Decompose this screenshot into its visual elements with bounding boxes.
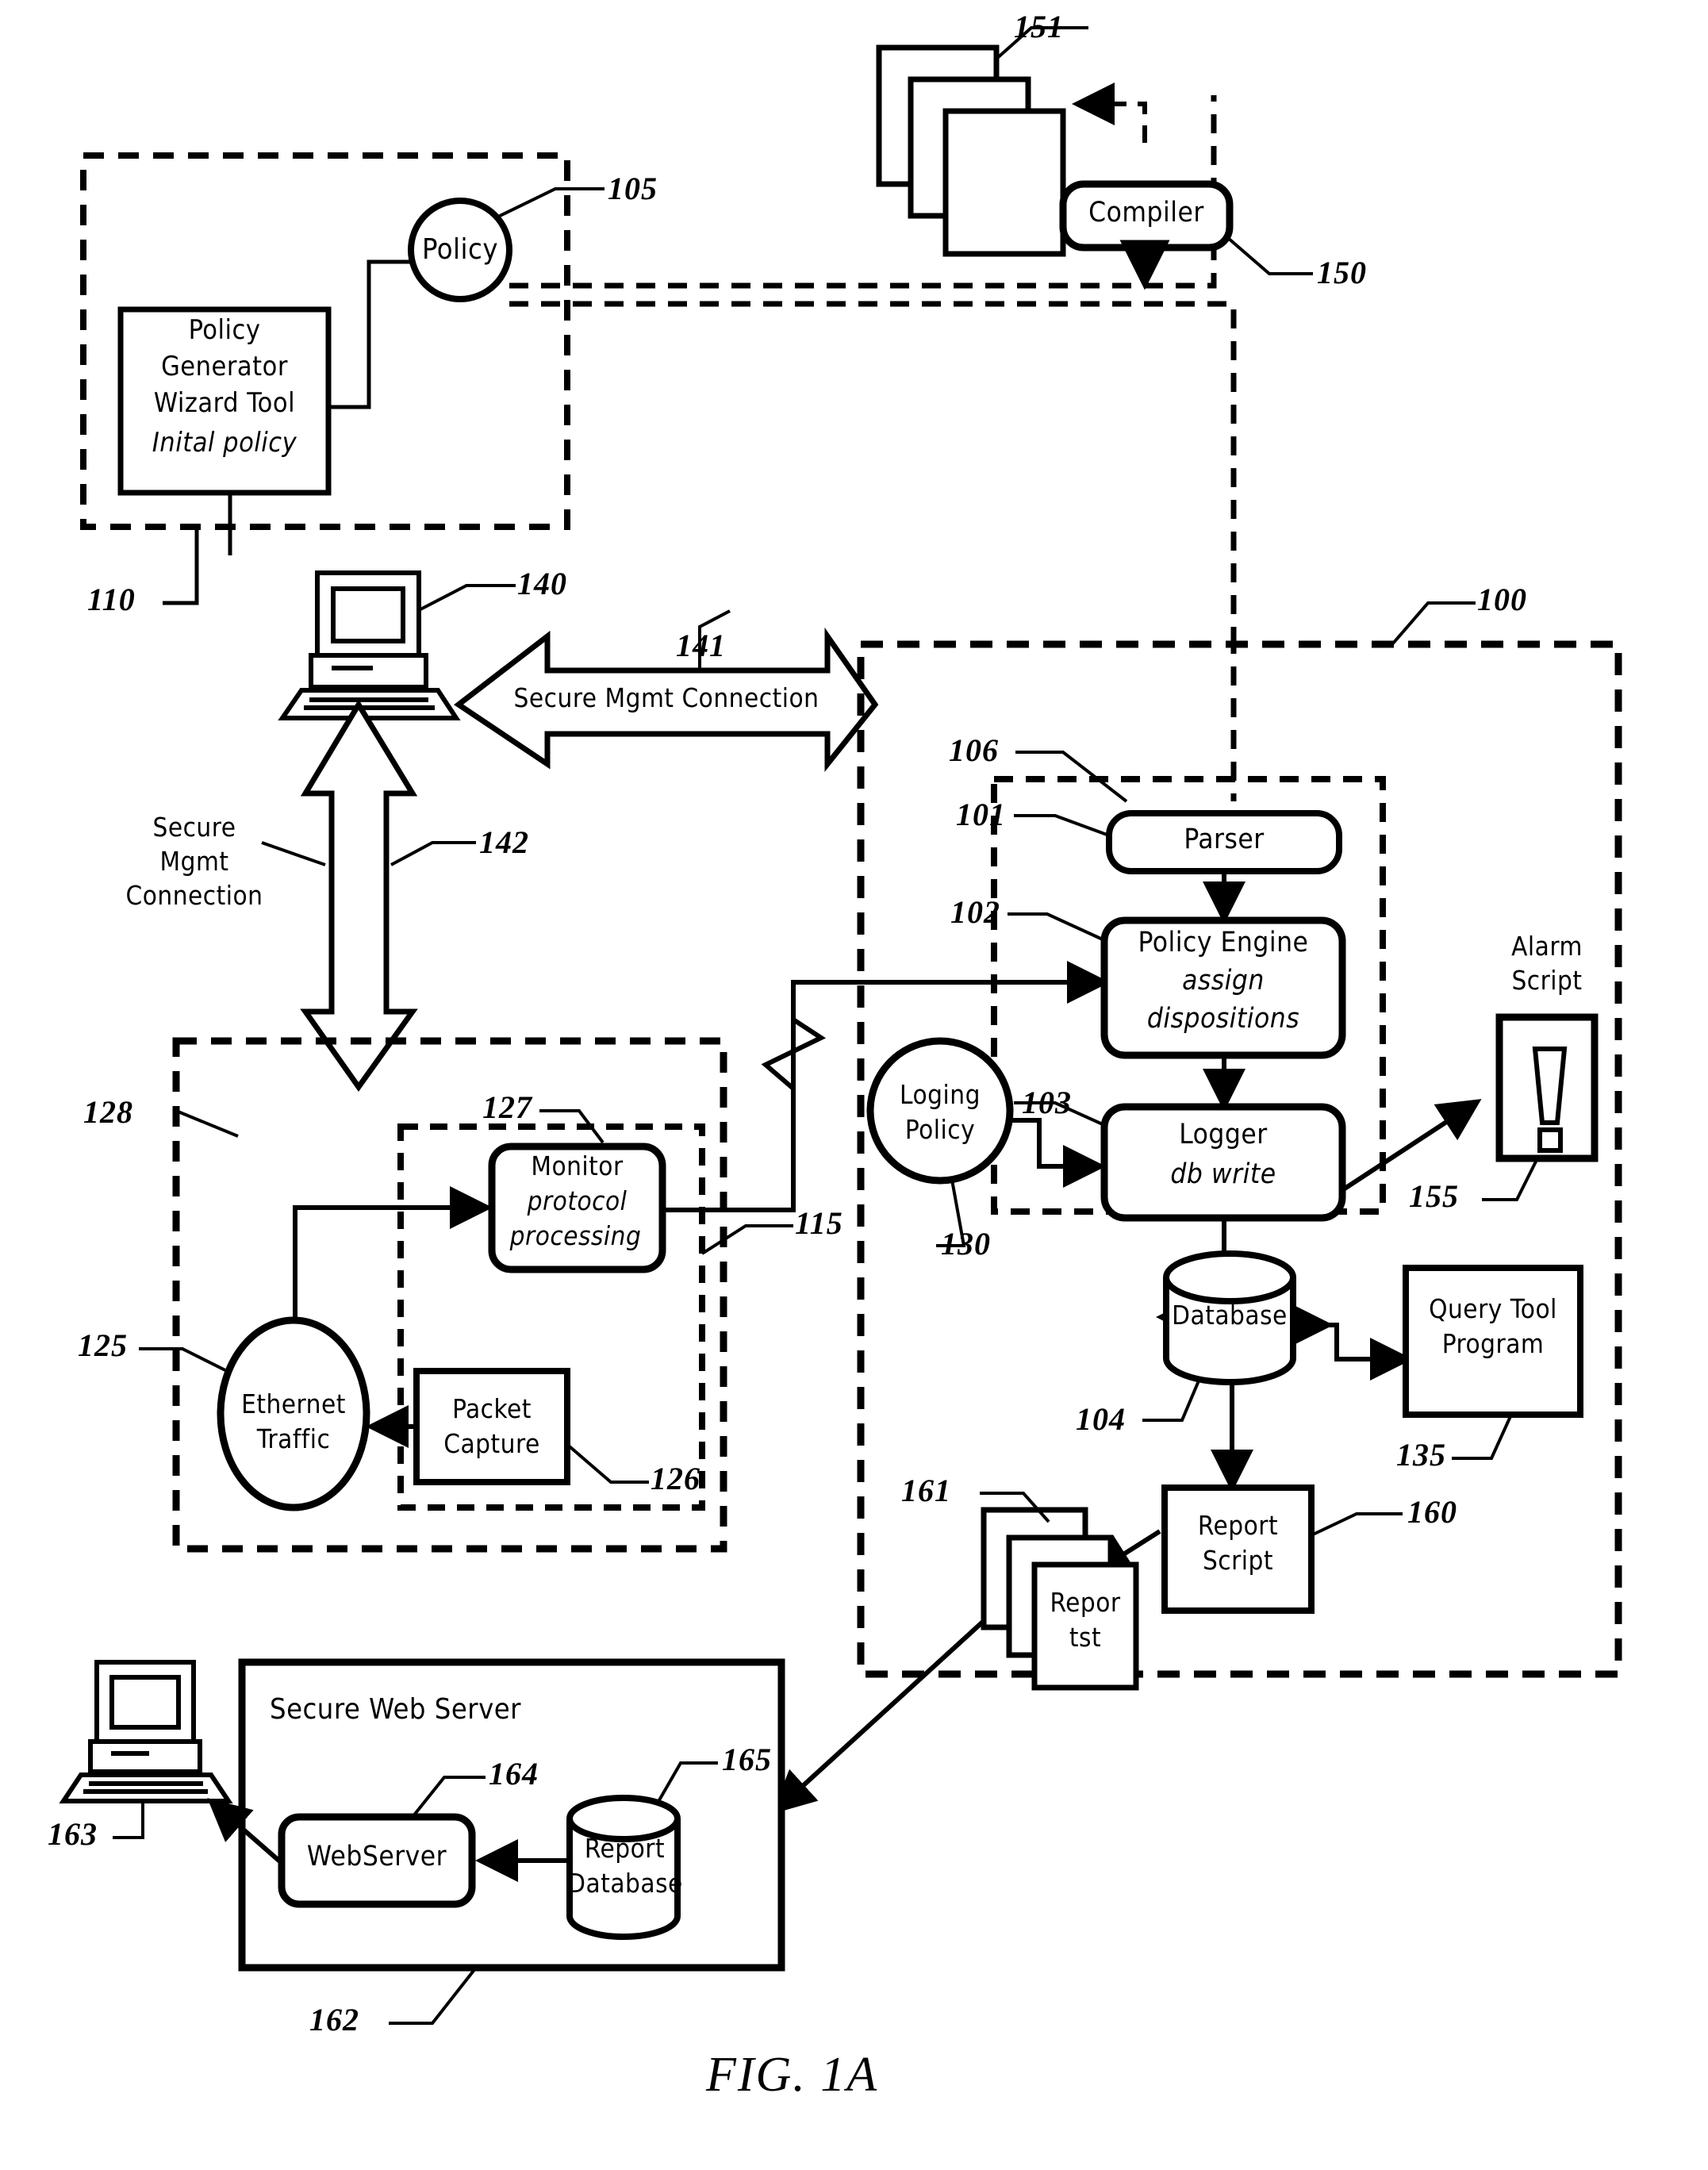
policy-engine-label-l2: assign bbox=[1182, 965, 1265, 997]
box-packet-capture bbox=[413, 1368, 570, 1485]
exclamation-mark-glyph bbox=[1532, 1047, 1568, 1125]
ref-115: 115 bbox=[795, 1205, 843, 1241]
ref-128: 128 bbox=[83, 1094, 133, 1130]
monitor-label-l3: processing bbox=[509, 1220, 642, 1251]
ref-103: 103 bbox=[1022, 1085, 1072, 1120]
logger-label-l1: Logger bbox=[1179, 1119, 1268, 1150]
policy-generator-label-l1: Policy bbox=[188, 314, 261, 346]
patent-figure-canvas: Policy Policy Generator Wizard Tool Init… bbox=[0, 0, 1708, 2170]
figure-caption: FIG. 1A bbox=[706, 2048, 879, 2102]
loging-policy-label-l1: Loging bbox=[900, 1079, 981, 1110]
ref-101: 101 bbox=[956, 797, 1006, 832]
ref-105: 105 bbox=[608, 171, 658, 206]
ref-141: 141 bbox=[676, 628, 726, 663]
report-database-label-l1: Report bbox=[584, 1833, 666, 1864]
query-tool-label-l2: Program bbox=[1441, 1328, 1545, 1359]
ref-135: 135 bbox=[1396, 1437, 1446, 1473]
ref-104: 104 bbox=[1076, 1401, 1126, 1437]
policy-engine-label-l1: Policy Engine bbox=[1138, 927, 1309, 958]
icon-workstation-140 bbox=[278, 570, 461, 720]
ref-125: 125 bbox=[78, 1327, 128, 1363]
ref-161: 161 bbox=[901, 1473, 951, 1508]
logger-label-l2: db write bbox=[1170, 1158, 1276, 1190]
policy-generator-label-l3: Wizard Tool bbox=[153, 387, 296, 419]
report-script-label-l1: Report bbox=[1197, 1510, 1279, 1541]
query-tool-label-l1: Query Tool bbox=[1429, 1293, 1557, 1324]
policy-engine-label-l3: dispositions bbox=[1146, 1003, 1300, 1035]
arrow-secure-mgmt-142 bbox=[300, 699, 418, 1093]
compiler-label: Compiler bbox=[1088, 197, 1204, 229]
ref-106: 106 bbox=[949, 732, 999, 768]
report-database-label-l2: Database bbox=[567, 1868, 683, 1899]
ref-102: 102 bbox=[950, 894, 1000, 930]
ref-142: 142 bbox=[479, 824, 529, 860]
ref-163: 163 bbox=[48, 1816, 98, 1852]
reports-stack-label-l1: Repor bbox=[1050, 1587, 1121, 1618]
alarm-script-label-l2: Script bbox=[1511, 965, 1583, 996]
report-script-label-l2: Script bbox=[1202, 1545, 1274, 1576]
parser-label: Parser bbox=[1184, 824, 1265, 855]
ref-140: 140 bbox=[517, 566, 567, 601]
database-label: Database bbox=[1172, 1300, 1288, 1331]
ref-160: 160 bbox=[1407, 1494, 1457, 1530]
secure-web-server-title: Secure Web Server bbox=[270, 1693, 521, 1726]
policy-generator-label-l2: Generator bbox=[161, 351, 288, 382]
secure-mgmt-connection-141-label: Secure Mgmt Connection bbox=[513, 682, 819, 713]
ref-126: 126 bbox=[651, 1461, 700, 1496]
ref-165: 165 bbox=[722, 1742, 772, 1777]
ethernet-traffic-label-l2: Traffic bbox=[256, 1423, 331, 1454]
ethernet-traffic-label-l1: Ethernet bbox=[241, 1388, 346, 1419]
ref-130: 130 bbox=[941, 1226, 991, 1262]
policy-generator-label-l4: Inital policy bbox=[152, 427, 297, 459]
secure-mgmt-connection-142-l3: Connection bbox=[125, 880, 263, 911]
secure-mgmt-connection-142-l1: Secure bbox=[152, 812, 236, 843]
reports-stack-label-l2: tst bbox=[1069, 1622, 1102, 1653]
ref-100: 100 bbox=[1477, 582, 1527, 617]
icon-workstation-163 bbox=[59, 1660, 233, 1803]
secure-mgmt-connection-142-l2: Mgmt bbox=[159, 846, 229, 877]
ref-110: 110 bbox=[87, 582, 136, 617]
ref-150: 150 bbox=[1317, 255, 1367, 290]
monitor-label-l1: Monitor bbox=[531, 1150, 624, 1181]
loging-policy-label-l2: Policy bbox=[904, 1114, 976, 1145]
ref-127: 127 bbox=[482, 1089, 532, 1125]
doc-stack-front bbox=[942, 108, 1066, 257]
ref-155: 155 bbox=[1409, 1178, 1459, 1214]
ref-151: 151 bbox=[1014, 9, 1064, 44]
packet-capture-label-l1: Packet bbox=[452, 1393, 532, 1424]
circle-loging-policy bbox=[866, 1037, 1014, 1185]
webserver-label: WebServer bbox=[306, 1841, 447, 1872]
monitor-label-l2: protocol bbox=[527, 1185, 628, 1216]
policy-circle-label: Policy bbox=[421, 233, 499, 266]
packet-capture-label-l2: Capture bbox=[443, 1428, 540, 1459]
ref-164: 164 bbox=[489, 1756, 539, 1792]
alarm-script-label-l1: Alarm bbox=[1511, 931, 1583, 962]
ref-162: 162 bbox=[309, 2002, 359, 2037]
